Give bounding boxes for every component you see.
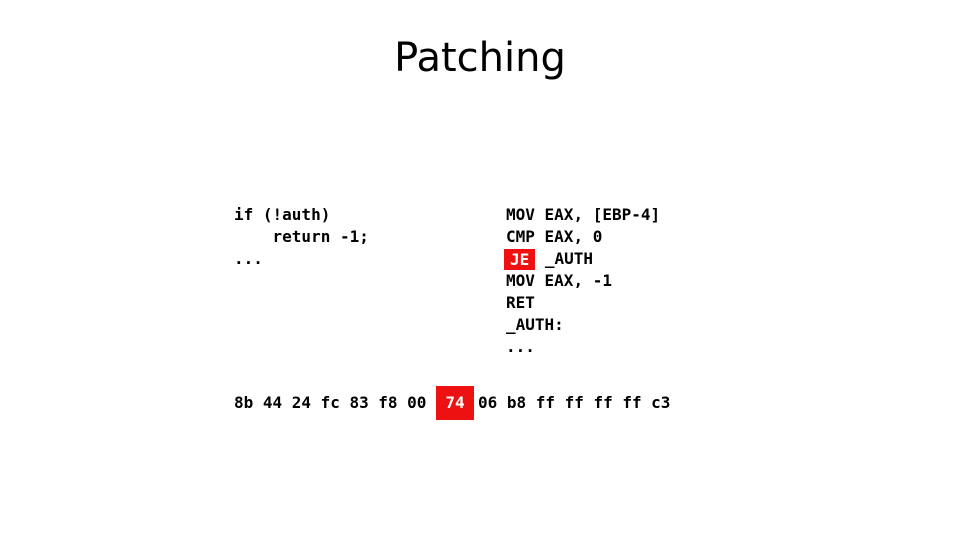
assembly-mnemonic: _AUTH: — [506, 315, 564, 334]
assembly-mnemonic: RET — [506, 293, 535, 312]
assembly-mnemonic: CMP — [506, 227, 535, 246]
assembly-mnemonic: MOV — [506, 271, 535, 290]
hex-byte: 00 — [407, 393, 427, 412]
c-source-line: if (!auth) — [234, 205, 331, 224]
c-source-line: ... — [234, 249, 263, 268]
c-source-code-block: if (!auth) return -1;... — [234, 204, 369, 270]
assembly-code-block: MOV EAX, [EBP-4] CMP EAX, 0 JE _AUTH MOV EA… — [504, 204, 660, 358]
page-title: Patching — [394, 35, 566, 81]
hex-byte: 44 — [262, 393, 283, 412]
assembly-line: MOV EAX, [EBP-4] — [506, 204, 660, 226]
hex-byte: ff — [535, 393, 555, 412]
assembly-operands: EAX, 0 — [534, 227, 603, 246]
hex-byte: b8 — [506, 393, 527, 412]
hex-byte: ff — [593, 393, 613, 412]
hex-byte: ff — [564, 393, 584, 412]
c-source-line: return -1; — [234, 227, 369, 246]
slide-canvas: Patching if (!auth) return -1;... MOV EA… — [0, 0, 960, 540]
assembly-line: JE _AUTH — [504, 248, 660, 270]
hex-byte-row: 8b 44 24 fc 83 f8 00 74 06 b8 ff ff ff ff c3 — [234, 386, 680, 420]
assembly-line: _AUTH: — [506, 314, 660, 336]
assembly-operands: EAX, -1 — [534, 271, 612, 290]
assembly-mnemonic: MOV — [506, 205, 535, 224]
hex-byte: 06 — [478, 393, 498, 412]
assembly-line: CMP EAX, 0 — [506, 226, 660, 248]
hex-byte: ff — [622, 393, 642, 412]
assembly-operands: _AUTH — [535, 249, 594, 268]
hex-byte: 83 — [349, 393, 369, 412]
assembly-line: ... — [506, 336, 660, 358]
hex-byte: c3 — [651, 393, 671, 412]
assembly-operands: EAX, [EBP-4] — [534, 205, 661, 224]
assembly-line: MOV EAX, -1 — [506, 270, 660, 292]
hex-byte: f8 — [378, 393, 398, 412]
highlighted-mnemonic: JE — [504, 248, 536, 270]
assembly-line: RET — [506, 292, 660, 314]
hex-byte: 8b — [234, 393, 254, 412]
hex-byte: 24 — [291, 393, 311, 412]
highlighted-hex-byte: 74 — [436, 386, 475, 420]
assembly-mnemonic: ... — [506, 337, 535, 356]
hex-byte: fc — [320, 393, 340, 412]
